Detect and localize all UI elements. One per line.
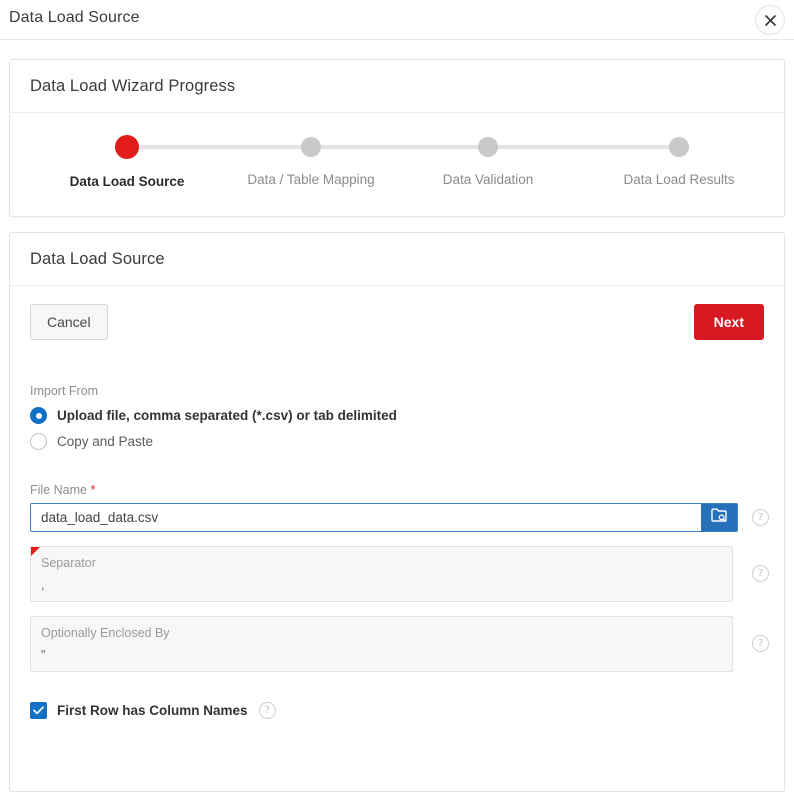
browse-file-button[interactable]: [701, 504, 737, 531]
folder-search-icon: [710, 508, 728, 528]
wizard-step-data-load-results[interactable]: Data Load Results: [598, 113, 760, 187]
first-row-help-icon[interactable]: ?: [258, 702, 276, 719]
file-name-help-icon[interactable]: ?: [752, 509, 769, 526]
file-name-input-wrapper[interactable]: data_load_data.csv: [30, 503, 738, 532]
wizard-step-data-table-mapping[interactable]: Data / Table Mapping: [219, 113, 403, 187]
radio-label: Copy and Paste: [57, 434, 154, 449]
data-load-source-panel: Data Load Source Cancel Next Import From…: [9, 232, 785, 792]
wizard-step-data-load-source[interactable]: Data Load Source: [45, 113, 209, 189]
separator-value[interactable]: ,: [41, 579, 722, 592]
cancel-button[interactable]: Cancel: [30, 304, 108, 340]
file-name-group: File Name * data_load_data.csv ?: [30, 482, 769, 532]
wizard-step-label: Data Load Source: [69, 174, 185, 189]
radio-upload-file[interactable]: Upload file, comma separated (*.csv) or …: [30, 407, 764, 424]
step-dot-icon: [115, 135, 139, 159]
separator-field[interactable]: Separator ,: [30, 546, 733, 602]
form-action-bar: Cancel Next: [30, 302, 764, 356]
file-name-label-text: File Name: [30, 483, 87, 497]
wizard-progress-title: Data Load Wizard Progress: [30, 77, 236, 95]
step-dot-icon: [478, 137, 498, 157]
import-from-label: Import From: [30, 384, 99, 398]
page-title: Data Load Source: [30, 250, 165, 268]
wizard-step-label: Data Load Results: [623, 172, 735, 187]
enclosed-by-field[interactable]: Optionally Enclosed By ": [30, 616, 733, 672]
required-marker: *: [90, 482, 96, 497]
wizard-steps: Data Load Source Data / Table Mapping Da…: [10, 113, 784, 209]
wizard-step-data-validation[interactable]: Data Validation: [415, 113, 561, 187]
enclosed-by-placeholder: Optionally Enclosed By: [41, 626, 170, 640]
enclosed-by-row: Optionally Enclosed By " ?: [30, 616, 769, 672]
step-dot-icon: [301, 137, 321, 157]
first-row-column-names-label: First Row has Column Names: [57, 703, 248, 718]
close-button[interactable]: [755, 5, 785, 35]
file-name-row: data_load_data.csv ?: [30, 503, 769, 532]
first-row-column-names-row[interactable]: First Row has Column Names ?: [30, 702, 764, 719]
dialog-header: Data Load Source: [0, 0, 794, 40]
form-panel-header: Data Load Source: [10, 233, 784, 286]
radio-copy-and-paste[interactable]: Copy and Paste: [30, 433, 764, 450]
enclosed-by-value[interactable]: ": [41, 649, 722, 662]
next-button[interactable]: Next: [693, 304, 764, 340]
wizard-step-label: Data Validation: [442, 172, 534, 187]
import-from-group: Import From Upload file, comma separated…: [30, 384, 764, 450]
step-dot-icon: [669, 137, 689, 157]
radio-selected-icon: [30, 407, 47, 424]
radio-unselected-icon: [30, 433, 47, 450]
form-body: Cancel Next Import From Upload file, com…: [10, 286, 784, 719]
wizard-progress-panel: Data Load Wizard Progress Data Load Sour…: [9, 59, 785, 217]
wizard-step-label: Data / Table Mapping: [247, 172, 375, 187]
separator-row: Separator , ?: [30, 546, 769, 602]
radio-label: Upload file, comma separated (*.csv) or …: [57, 408, 397, 423]
wizard-progress-header: Data Load Wizard Progress: [10, 60, 784, 113]
separator-help-icon[interactable]: ?: [752, 565, 769, 582]
file-name-input[interactable]: data_load_data.csv: [31, 504, 701, 531]
enclosed-by-help-icon[interactable]: ?: [752, 635, 769, 652]
file-name-label: File Name *: [30, 482, 764, 497]
checkbox-checked-icon: [30, 702, 47, 719]
close-icon: [764, 14, 776, 26]
dialog-title: Data Load Source: [9, 9, 140, 26]
separator-placeholder: Separator: [41, 556, 96, 570]
